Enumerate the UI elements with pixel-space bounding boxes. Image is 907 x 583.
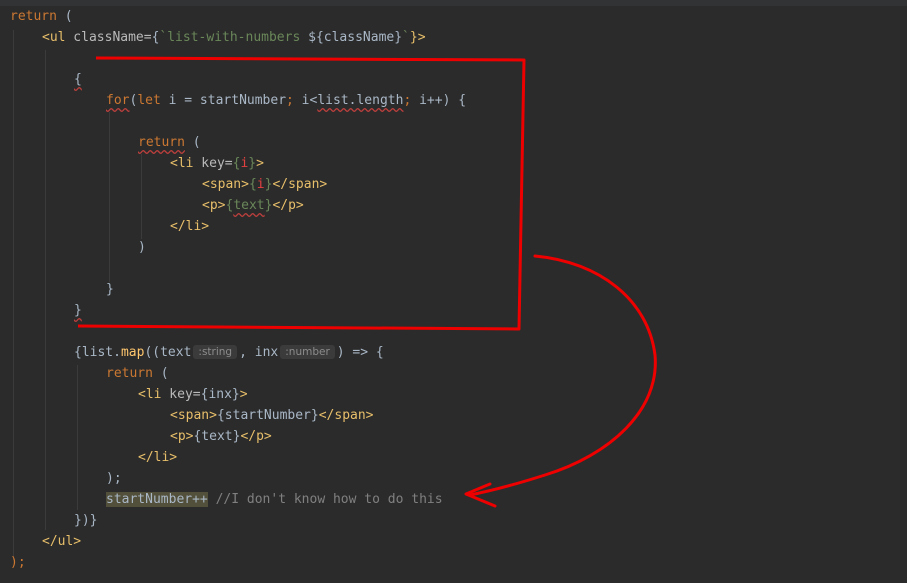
annotation-overlay [77, 56, 657, 508]
code-editor[interactable]: return ( <ul className={`list-with-numbe… [0, 0, 907, 583]
annotation-arrow-curve [468, 254, 657, 497]
annotation-box [77, 56, 526, 331]
annotation-arrowhead [464, 482, 497, 508]
